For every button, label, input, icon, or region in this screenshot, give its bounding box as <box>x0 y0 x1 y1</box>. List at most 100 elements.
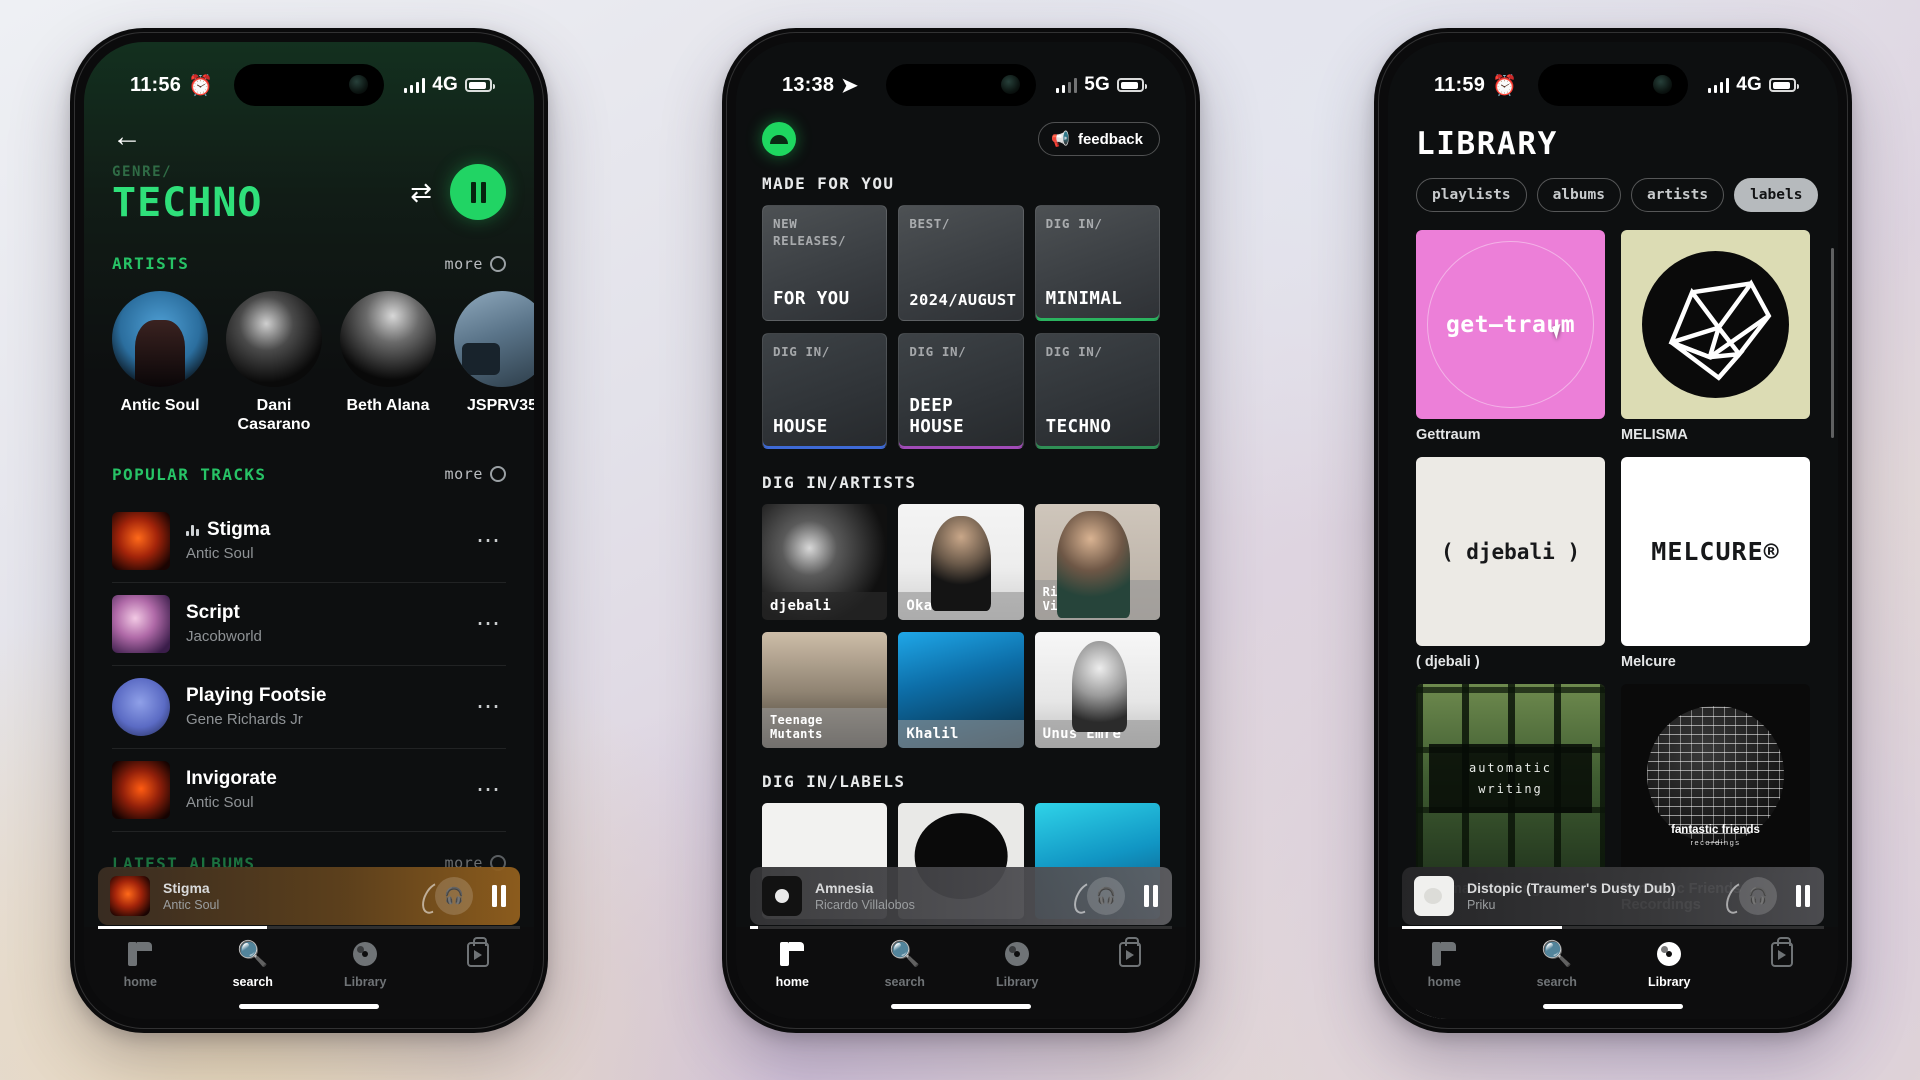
phone-3: 11:59 ⏰ 4G LIBRARY playlists albums arti… <box>1374 28 1852 1033</box>
tab-library[interactable]: Library <box>961 939 1074 989</box>
artists-more-button[interactable]: more <box>444 255 506 273</box>
track-menu-icon[interactable]: ⋯ <box>476 692 506 721</box>
shuffle-icon[interactable]: ⇄ <box>410 177 432 208</box>
home-indicator <box>1543 1004 1683 1009</box>
pause-icon <box>470 181 486 203</box>
chip-albums[interactable]: albums <box>1536 178 1621 212</box>
playlist-card[interactable]: DIG IN/ TECHNO <box>1034 333 1160 449</box>
playlist-card[interactable]: NEW RELEASES/ FOR YOU <box>762 205 888 321</box>
playlist-card[interactable]: DIG IN/ DEEP HOUSE <box>898 333 1024 449</box>
artist-name: Teenage Mutants <box>762 708 888 748</box>
headphones-icon[interactable]: 🎧 <box>435 877 473 915</box>
more-label: more <box>444 465 483 484</box>
track-row[interactable]: Stigma Antic Soul ⋯ <box>112 500 506 583</box>
disc-icon <box>353 942 378 966</box>
label-item[interactable]: MELISMA <box>1621 230 1810 443</box>
phone-2-screen: 13:38 ➤ 5G 📢 feedback MADE FOR YOU NEW R… <box>736 42 1186 1019</box>
label-name: MELISMA <box>1621 427 1688 443</box>
artist-card[interactable]: Antic Soul <box>112 291 208 435</box>
bag-play-icon <box>466 936 489 967</box>
dig-in-artists-label: DIG IN/ARTISTS <box>762 473 917 492</box>
mini-player-progress[interactable] <box>1402 926 1824 929</box>
headphones-icon[interactable]: 🎧 <box>1739 877 1777 915</box>
back-arrow-icon[interactable]: ← <box>112 122 146 152</box>
tab-search[interactable]: 🔍 search <box>197 939 310 990</box>
artist-tile[interactable]: Khalil <box>898 632 1024 748</box>
tab-library[interactable]: Library <box>1613 939 1726 989</box>
mini-player-pause-button[interactable] <box>486 885 508 907</box>
track-row[interactable]: Invigorate Antic Soul ⋯ <box>112 749 506 832</box>
tab-store[interactable]: store <box>422 936 535 989</box>
network-label: 4G <box>432 74 458 95</box>
mini-player-pause-button[interactable] <box>1138 885 1160 907</box>
track-menu-icon[interactable]: ⋯ <box>476 526 506 555</box>
mini-player-progress[interactable] <box>98 926 520 929</box>
playlist-card[interactable]: BEST/ 2024/AUGUST <box>898 205 1024 321</box>
mini-player-title: Distopic (Traumer's Dusty Dub) <box>1467 880 1676 896</box>
tab-store[interactable]: store <box>1074 936 1187 989</box>
network-label: 5G <box>1084 74 1110 95</box>
artists-row[interactable]: Antic Soul Dani Casarano Beth Alana JSPR… <box>112 291 534 435</box>
tab-store[interactable]: store <box>1726 936 1839 989</box>
artist-tile[interactable]: djebali <box>762 504 888 620</box>
label-item[interactable]: MELCURE® Melcure <box>1621 457 1810 670</box>
mini-player[interactable]: Distopic (Traumer's Dusty Dub) Priku 🎧 <box>1402 867 1824 925</box>
mini-player-progress[interactable] <box>750 926 1172 929</box>
chip-artists[interactable]: artists <box>1630 178 1725 212</box>
label-artwork-sub: recordings <box>1690 838 1741 848</box>
mini-player-artist: Priku <box>1467 898 1496 912</box>
chip-playlists[interactable]: playlists <box>1416 178 1527 212</box>
label-artwork-text: MELCURE® <box>1651 537 1780 566</box>
screenshot-stage: 11:56 ⏰ 4G ← GENRE/ TECHNO ⇄ ARTISTS mor… <box>0 0 1920 1080</box>
network-label: 4G <box>1736 74 1762 95</box>
mini-player[interactable]: Amnesia Ricardo Villalobos 🎧 <box>750 867 1172 925</box>
card-title: TECHNO <box>1045 417 1112 437</box>
chip-labels[interactable]: labels <box>1734 178 1819 212</box>
tracks-section-label: POPULAR TRACKS <box>112 464 267 484</box>
mini-player[interactable]: Stigma Antic Soul 🎧 <box>98 867 520 925</box>
status-time: 11:56 <box>130 73 182 96</box>
artist-tile[interactable]: Okain <box>898 504 1024 620</box>
artist-name: Antic Soul <box>120 397 200 414</box>
avatar <box>112 291 208 387</box>
cloud-logo-icon[interactable] <box>762 122 796 156</box>
mini-player-artist: Ricardo Villalobos <box>815 898 915 912</box>
track-artist: Antic Soul <box>186 794 254 812</box>
track-menu-icon[interactable]: ⋯ <box>476 609 506 638</box>
track-row[interactable]: Script Jacobworld ⋯ <box>112 583 506 666</box>
tab-home[interactable]: home <box>736 939 849 989</box>
melisma-logo-icon <box>1641 250 1790 399</box>
label-artwork: ( djebali ) <box>1416 457 1605 646</box>
earbuds-icon[interactable]: 🎧 <box>1087 877 1125 915</box>
tab-search[interactable]: 🔍 search <box>1501 939 1614 990</box>
artist-card[interactable]: Beth Alana <box>340 291 436 435</box>
disc-icon <box>1005 942 1030 966</box>
label-item[interactable]: ( djebali ) ( djebali ) <box>1416 457 1605 670</box>
mini-player-pause-button[interactable] <box>1790 885 1812 907</box>
tab-home[interactable]: home <box>84 939 197 989</box>
artist-name: Unus Emre <box>1034 719 1160 748</box>
playlist-card[interactable]: DIG IN/ HOUSE <box>762 333 888 449</box>
artist-card[interactable]: Dani Casarano <box>226 291 322 435</box>
artist-tile[interactable]: Teenage Mutants <box>762 632 888 748</box>
tab-library[interactable]: Library <box>309 939 422 989</box>
artist-name: Okain <box>898 591 1024 620</box>
feedback-button[interactable]: 📢 feedback <box>1038 122 1160 156</box>
tracks-more-button[interactable]: more <box>444 465 506 483</box>
playlist-card[interactable]: DIG IN/ MINIMAL <box>1034 205 1160 321</box>
track-row[interactable]: Playing Footsie Gene Richards Jr ⋯ <box>112 666 506 749</box>
tab-search[interactable]: 🔍 search <box>849 939 962 990</box>
scrollbar[interactable] <box>1831 248 1834 438</box>
artist-tile[interactable]: Unus Emre <box>1034 632 1160 748</box>
track-menu-icon[interactable]: ⋯ <box>476 775 506 804</box>
label-item[interactable]: get—traum Gettraum <box>1416 230 1605 443</box>
card-title: HOUSE <box>773 417 828 437</box>
play-pause-button[interactable] <box>450 164 506 220</box>
artist-card[interactable]: JSPRV35 <box>454 291 534 435</box>
tab-home[interactable]: home <box>1388 939 1501 989</box>
home-icon <box>1432 942 1457 966</box>
disc-icon <box>1657 942 1682 966</box>
artist-tile[interactable]: Ricardo Villalobos <box>1034 504 1160 620</box>
avatar <box>454 291 534 387</box>
card-title: FOR YOU <box>773 289 850 309</box>
